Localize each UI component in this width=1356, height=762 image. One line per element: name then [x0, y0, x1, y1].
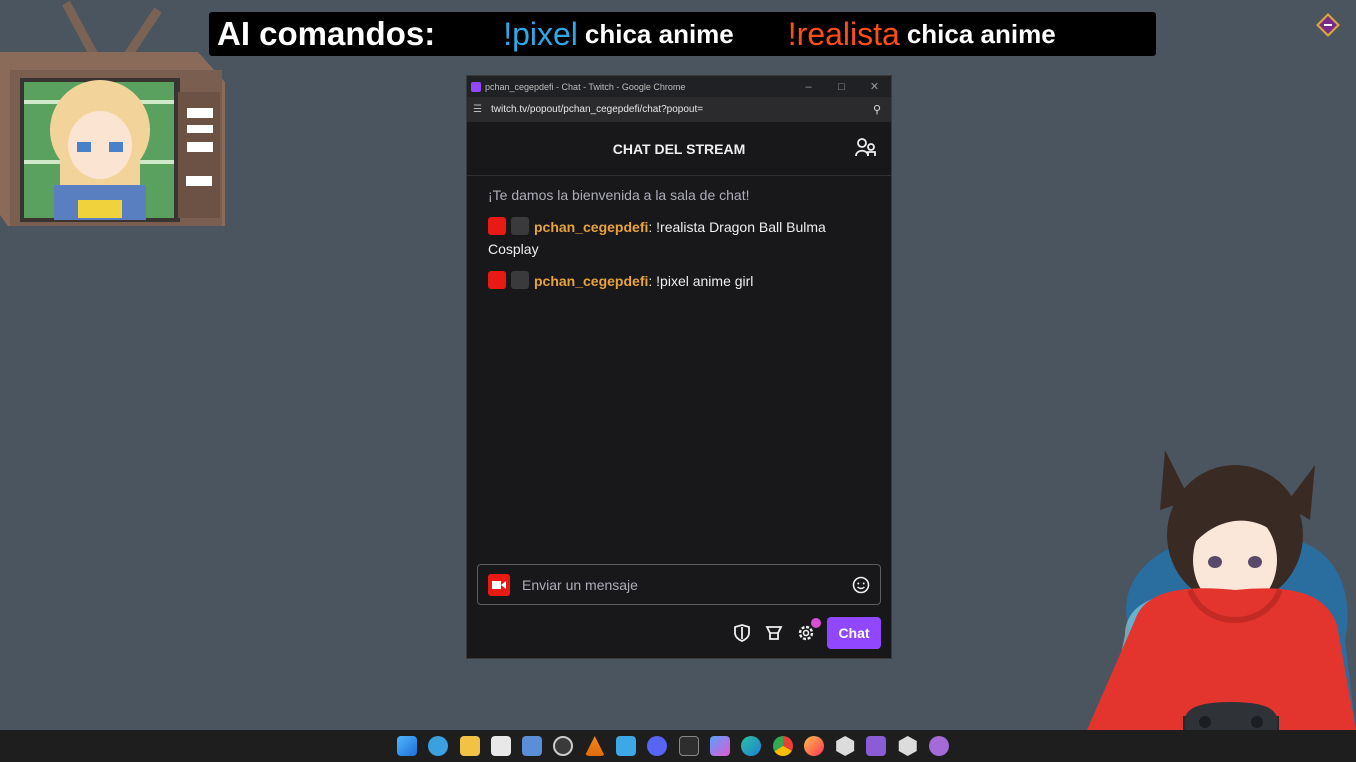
- community-users-icon[interactable]: [855, 138, 877, 158]
- mute-badge-icon[interactable]: [511, 271, 529, 289]
- banner-pixel-desc: chica anime: [584, 18, 734, 49]
- shield-icon[interactable]: [731, 622, 753, 644]
- zoom-icon[interactable]: ⚲: [873, 103, 881, 116]
- notification-dot: [811, 618, 821, 628]
- chat-messages: ¡Te damos la bienvenida a la sala de cha…: [467, 176, 891, 292]
- chat-message-input[interactable]: [520, 575, 834, 594]
- leaderboard-icon[interactable]: [763, 622, 785, 644]
- chat-input-box[interactable]: [477, 564, 881, 605]
- window-titlebar[interactable]: pchan_cegepdefi - Chat - Twitch - Google…: [467, 76, 891, 97]
- address-bar[interactable]: ☰ twitch.tv/popout/pchan_cegepdefi/chat?…: [467, 97, 891, 122]
- chat-actions: Chat: [731, 617, 881, 649]
- firefox-icon[interactable]: [803, 736, 824, 756]
- mute-badge-icon[interactable]: [511, 217, 529, 235]
- chat-message: pchan_cegepdefi: !pixel anime girl: [488, 270, 871, 292]
- edge-icon[interactable]: [741, 736, 762, 756]
- chat-username[interactable]: pchan_cegepdefi: [534, 219, 648, 235]
- chat-username[interactable]: pchan_cegepdefi: [534, 273, 648, 289]
- address-url[interactable]: twitch.tv/popout/pchan_cegepdefi/chat?po…: [491, 104, 703, 115]
- chrome-icon[interactable]: [772, 736, 793, 756]
- taskbar: [0, 730, 1356, 762]
- file-explorer-icon[interactable]: [459, 736, 480, 756]
- banner-lead: AI comandos:: [217, 15, 436, 52]
- settings-gear-icon[interactable]: [795, 618, 821, 644]
- vtuber-avatar-image: [1087, 450, 1356, 730]
- banner-realista-command: !realista: [787, 15, 900, 52]
- banner-realista-desc: chica anime: [906, 18, 1056, 49]
- site-settings-icon[interactable]: ☰: [473, 104, 485, 115]
- chat-header: CHAT DEL STREAM: [467, 122, 891, 176]
- copilot-icon[interactable]: [709, 736, 730, 756]
- taskbar-icons: [397, 736, 960, 756]
- widgets-icon[interactable]: [428, 736, 449, 756]
- unity-hub-icon[interactable]: [898, 736, 917, 756]
- terminal-icon[interactable]: [678, 736, 699, 756]
- chrome-popout-window: pchan_cegepdefi - Chat - Twitch - Google…: [466, 75, 892, 659]
- visual-studio-icon[interactable]: [866, 736, 887, 756]
- maximize-icon[interactable]: □: [825, 76, 858, 97]
- github-icon[interactable]: [929, 736, 950, 756]
- banner-pixel-command: !pixel: [503, 15, 578, 52]
- welcome-message: ¡Te damos la bienvenida a la sala de cha…: [488, 187, 750, 203]
- close-icon[interactable]: ✕: [858, 76, 891, 97]
- notepad-icon[interactable]: [616, 736, 637, 756]
- unity-icon[interactable]: [836, 736, 855, 756]
- vlc-icon[interactable]: [584, 736, 605, 756]
- windows-start-icon[interactable]: [397, 736, 417, 756]
- discord-icon[interactable]: [647, 736, 668, 756]
- minimize-icon[interactable]: –: [792, 76, 825, 97]
- commands-banner: AI comandos: !pixel chica anime !realist…: [209, 12, 1156, 56]
- broadcaster-badge-icon[interactable]: [488, 573, 510, 596]
- chat-message-text: : !pixel anime girl: [648, 273, 754, 289]
- window-title: pchan_cegepdefi - Chat - Twitch - Google…: [485, 81, 686, 92]
- twitch-favicon-icon: [471, 81, 481, 92]
- diamond-badge-icon: [1316, 13, 1340, 37]
- chat-message: pchan_cegepdefi: !realista Dragon Ball B…: [488, 216, 871, 260]
- retro-tv-image: [0, 0, 225, 226]
- chat-header-title: CHAT DEL STREAM: [612, 140, 746, 157]
- snipping-tool-icon[interactable]: [490, 736, 511, 756]
- obs-icon[interactable]: [553, 736, 574, 756]
- emote-picker-icon[interactable]: [852, 576, 870, 594]
- send-chat-button[interactable]: Chat: [827, 617, 881, 649]
- broadcaster-badge-icon[interactable]: [488, 217, 506, 235]
- vs-code-icon[interactable]: [522, 736, 543, 756]
- broadcaster-badge-icon[interactable]: [488, 271, 506, 289]
